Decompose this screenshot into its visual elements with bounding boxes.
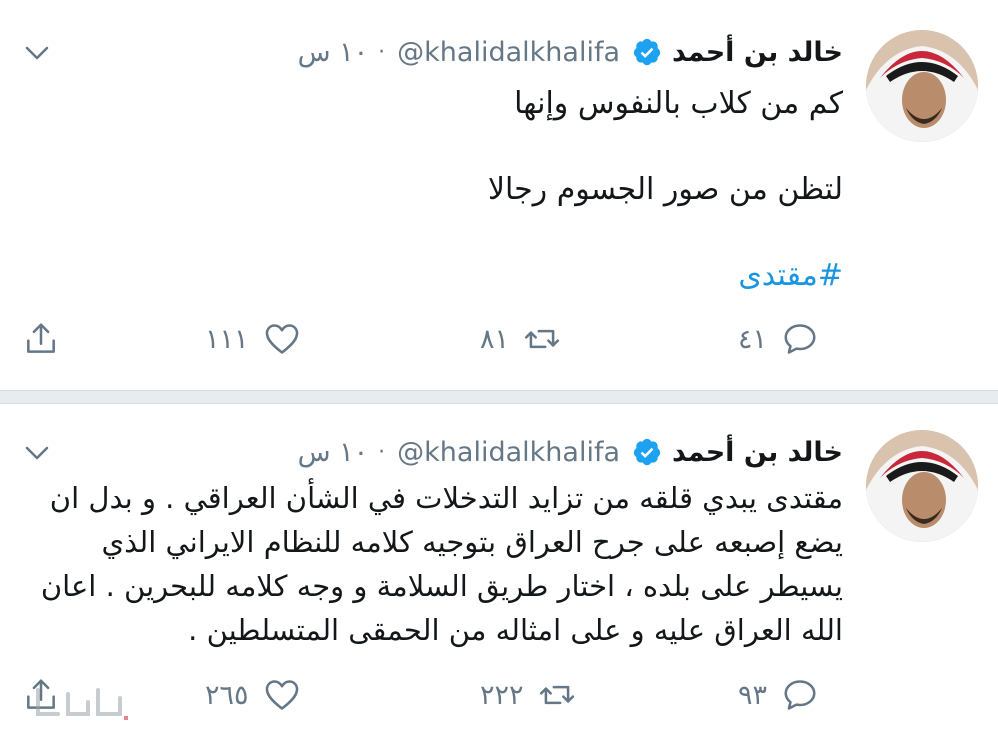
author-name[interactable]: خالد بن أحمد [672,37,843,68]
heart-icon [265,680,298,710]
author-handle[interactable]: @khalidalkhalifa [397,437,620,468]
tweet-text-line: لتظن من صور الجسوم رجالا [487,172,843,207]
tweet-divider [0,390,998,404]
author-name[interactable]: خالد بن أحمد [672,437,843,468]
tweet-timestamp[interactable]: ١٠ س [298,37,369,68]
reply-icon [784,324,816,354]
like-count: ١١١ [205,323,249,355]
tweet-timestamp[interactable]: ١٠ س [298,437,369,468]
avatar[interactable] [866,430,978,542]
share-icon [27,323,55,353]
avatar-image [866,430,978,542]
retweet-button[interactable]: ٨١ [480,314,561,364]
tweet-text-line: كم من كلاب بالنفوس وإنها [514,86,843,121]
like-count: ٢٦٥ [205,679,249,711]
reply-count: ٩٣ [738,679,768,711]
verified-badge-icon [633,438,661,466]
tweet-card[interactable]: خالد بن أحمد @khalidalkhalifa · ١٠ س كم … [0,0,998,390]
watermark-logo [36,688,128,720]
hashtag-link[interactable]: #مقتدى [738,254,843,297]
reply-icon [784,680,816,710]
author-handle[interactable]: @khalidalkhalifa [397,37,620,68]
reply-button[interactable]: ٩٣ [738,670,819,720]
tweet-actions: ٩٣ ٢٢٢ ٢٦٥ [0,670,998,720]
tweet-actions: ٤١ ٨١ ١١١ [0,314,998,364]
reply-button[interactable]: ٤١ [738,314,819,364]
retweet-count: ٨١ [480,323,510,355]
reply-count: ٤١ [738,323,768,355]
meta-separator: · [378,39,386,65]
meta-separator: · [378,439,386,465]
avatar-image [866,30,978,142]
chevron-down-icon[interactable] [22,38,52,68]
tweet-text: مقتدى يبدي قلقه من تزايد التدخلات في الش… [40,481,843,647]
avatar[interactable] [866,30,978,142]
retweet-icon [539,685,574,705]
heart-icon [265,324,298,354]
retweet-icon [524,329,560,349]
chevron-down-icon[interactable] [22,438,52,468]
like-button[interactable]: ٢٦٥ [205,670,301,720]
like-button[interactable]: ١١١ [205,314,301,364]
tweet-card[interactable]: خالد بن أحمد @khalidalkhalifa · ١٠ س مقت… [0,404,998,749]
tweet-header: خالد بن أحمد @khalidalkhalifa · ١٠ س [298,32,843,72]
verified-badge-icon [633,38,661,66]
share-button[interactable] [22,314,60,364]
retweet-count: ٢٢٢ [480,679,524,711]
retweet-button[interactable]: ٢٢٢ [480,670,576,720]
tweet-header: خالد بن أحمد @khalidalkhalifa · ١٠ س [298,432,843,472]
